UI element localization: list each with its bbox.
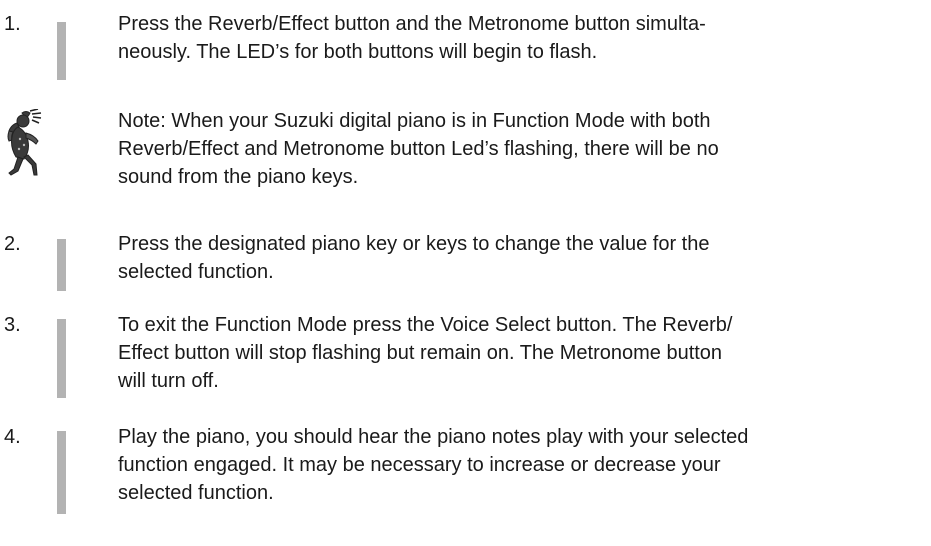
step-text-line: selected function. — [118, 482, 274, 504]
step-text-line: will turn off. — [118, 370, 219, 392]
note-text-line: sound from the piano keys. — [118, 166, 359, 188]
note-text-line: Note: When your Suzuki digital piano is … — [118, 110, 711, 132]
step-text: Play the piano, you should hear the pian… — [118, 423, 918, 507]
step-text-line: Press the designated piano key or keys t… — [118, 233, 710, 255]
step-text-line: Press the Reverb/Effect button and the M… — [118, 13, 706, 35]
step-marker-bar — [57, 431, 66, 514]
step-number: 2. — [4, 233, 21, 255]
kokopelli-figure-icon — [7, 109, 42, 176]
step-text-line: neously. The LED’s for both buttons will… — [118, 41, 598, 63]
step-text-line: Play the piano, you should hear the pian… — [118, 426, 749, 448]
step-marker-bar — [57, 239, 66, 291]
manual-page: 1. Press the Reverb/Effect button and th… — [0, 0, 931, 546]
step-text-line: function engaged. It may be necessary to… — [118, 454, 721, 476]
step-text: Press the Reverb/Effect button and the M… — [118, 10, 918, 66]
step-number: 3. — [4, 314, 21, 336]
step-number: 4. — [4, 426, 21, 448]
step-text: To exit the Function Mode press the Voic… — [118, 311, 918, 395]
step-text: Press the designated piano key or keys t… — [118, 230, 918, 286]
step-text-line: Effect button will stop flashing but rem… — [118, 342, 723, 364]
note-text-line: Reverb/Effect and Metronome button Led’s… — [118, 138, 719, 160]
step-text-line: To exit the Function Mode press the Voic… — [118, 314, 733, 336]
step-marker-bar — [57, 319, 66, 398]
step-marker-bar — [57, 22, 66, 80]
step-number: 1. — [4, 13, 21, 35]
note-text: Note: When your Suzuki digital piano is … — [118, 107, 918, 191]
step-text-line: selected function. — [118, 261, 274, 283]
